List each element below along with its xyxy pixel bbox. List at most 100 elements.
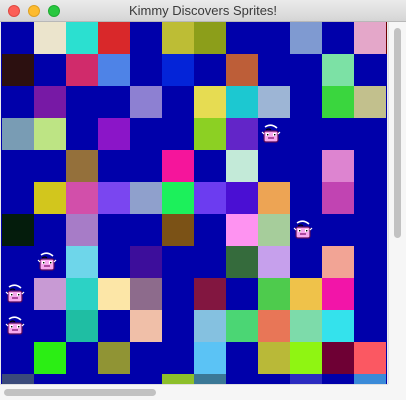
- tile: [386, 54, 387, 86]
- tile: [162, 310, 194, 342]
- tile: [98, 150, 130, 182]
- tile: [258, 342, 290, 374]
- tile: [194, 22, 226, 54]
- tile: [322, 54, 354, 86]
- pink-bucket-sprite[interactable]: [4, 284, 26, 304]
- tile: [66, 278, 98, 310]
- tile: [386, 214, 387, 246]
- tile: [34, 118, 66, 150]
- tile: [290, 86, 322, 118]
- tile: [258, 278, 290, 310]
- pink-bucket-sprite[interactable]: [36, 252, 58, 272]
- tile: [98, 54, 130, 86]
- scroll-corner: [388, 384, 406, 400]
- tile: [386, 342, 387, 374]
- tile: [194, 214, 226, 246]
- tile: [162, 278, 194, 310]
- tile: [354, 214, 386, 246]
- tile: [162, 374, 194, 384]
- tile: [98, 118, 130, 150]
- tile: [194, 118, 226, 150]
- tile: [258, 86, 290, 118]
- title-bar[interactable]: Kimmy Discovers Sprites!: [0, 0, 406, 22]
- tile: [290, 310, 322, 342]
- tile: [130, 246, 162, 278]
- window-title: Kimmy Discovers Sprites!: [128, 3, 278, 18]
- tile: [34, 22, 66, 54]
- tile: [130, 118, 162, 150]
- tile: [290, 22, 322, 54]
- tile: [2, 374, 34, 384]
- vertical-scroll-thumb[interactable]: [394, 28, 401, 238]
- tile: [322, 246, 354, 278]
- app-window: Kimmy Discovers Sprites!: [0, 0, 406, 400]
- tile: [354, 22, 386, 54]
- tile: [66, 86, 98, 118]
- pink-bucket-sprite[interactable]: [4, 316, 26, 336]
- tile: [98, 278, 130, 310]
- tile: [290, 54, 322, 86]
- tile: [354, 54, 386, 86]
- tile: [258, 374, 290, 384]
- tile: [386, 374, 387, 384]
- tile: [34, 86, 66, 118]
- horizontal-scrollbar[interactable]: [0, 384, 388, 400]
- tile: [66, 246, 98, 278]
- tile: [66, 182, 98, 214]
- tile: [162, 22, 194, 54]
- tile: [34, 374, 66, 384]
- tile: [258, 150, 290, 182]
- tile: [130, 86, 162, 118]
- tile: [130, 278, 162, 310]
- horizontal-scroll-thumb[interactable]: [4, 389, 156, 396]
- tile: [162, 150, 194, 182]
- game-canvas[interactable]: [1, 22, 387, 384]
- tile: [2, 86, 34, 118]
- tile: [386, 118, 387, 150]
- tile: [226, 54, 258, 86]
- tile: [66, 374, 98, 384]
- tile: [386, 86, 387, 118]
- tile: [322, 22, 354, 54]
- tile: [194, 54, 226, 86]
- tile: [290, 246, 322, 278]
- tile: [290, 150, 322, 182]
- tile: [386, 182, 387, 214]
- tile: [194, 246, 226, 278]
- tile: [98, 374, 130, 384]
- tile: [322, 214, 354, 246]
- tile: [130, 342, 162, 374]
- tile: [226, 86, 258, 118]
- tile: [130, 182, 162, 214]
- tile: [386, 246, 387, 278]
- tile: [290, 278, 322, 310]
- tile: [98, 182, 130, 214]
- tile: [162, 214, 194, 246]
- tile: [354, 182, 386, 214]
- tile: [34, 342, 66, 374]
- tile: [194, 278, 226, 310]
- tile: [162, 342, 194, 374]
- tile: [66, 150, 98, 182]
- tile: [258, 22, 290, 54]
- tile: [34, 182, 66, 214]
- tile: [2, 342, 34, 374]
- tile: [226, 310, 258, 342]
- tile: [98, 310, 130, 342]
- tile: [226, 22, 258, 54]
- tile: [258, 246, 290, 278]
- pink-bucket-sprite[interactable]: [292, 220, 314, 240]
- tile: [98, 22, 130, 54]
- tile: [226, 150, 258, 182]
- tile: [226, 342, 258, 374]
- tile: [2, 182, 34, 214]
- tile: [226, 278, 258, 310]
- tile: [322, 118, 354, 150]
- tile: [66, 342, 98, 374]
- tile: [194, 150, 226, 182]
- tile: [354, 246, 386, 278]
- tile: [290, 374, 322, 384]
- vertical-scrollbar[interactable]: [388, 22, 406, 384]
- tile: [386, 310, 387, 342]
- pink-bucket-sprite[interactable]: [260, 124, 282, 144]
